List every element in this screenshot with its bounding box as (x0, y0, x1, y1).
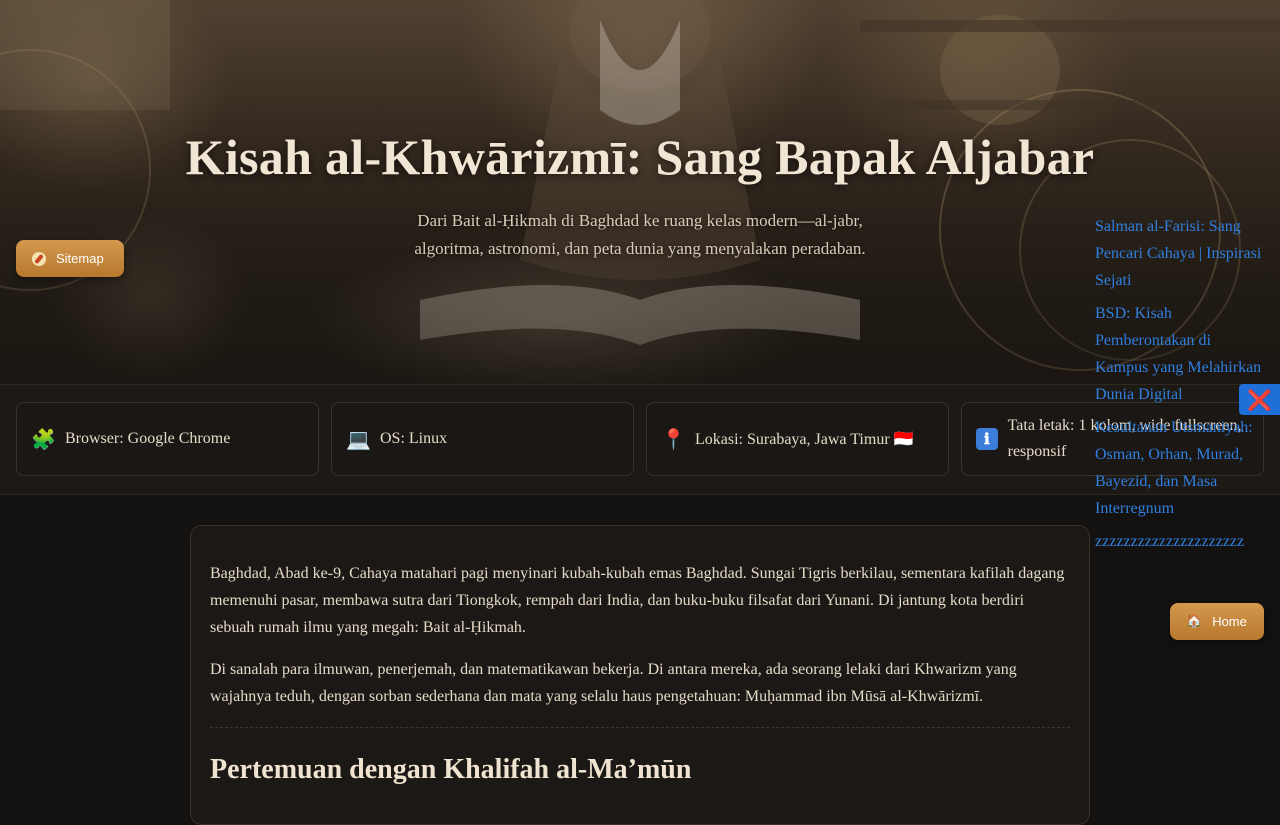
info-icon: ℹ (976, 428, 998, 450)
home-icon: 🏠 (1186, 614, 1203, 629)
info-card-location: 📍 Lokasi: Surabaya, Jawa Timur 🇮🇩 (646, 402, 949, 476)
info-card-os: 💻 OS: Linux (331, 402, 634, 476)
sitemap-button[interactable]: Sitemap (16, 240, 124, 277)
compass-icon (32, 251, 46, 266)
close-icon: ❌ (1247, 387, 1272, 412)
info-browser-text: Browser: Google Chrome (65, 430, 231, 447)
close-button[interactable]: ❌ (1239, 384, 1280, 415)
info-os-text: OS: Linux (380, 430, 448, 447)
section-divider (210, 727, 1070, 728)
info-card-browser: 🧩 Browser: Google Chrome (16, 402, 319, 476)
related-link[interactable]: Kesultanan Utsmaniyah: Osman, Orhan, Mur… (1095, 414, 1265, 522)
location-pin-icon: 📍 (661, 427, 686, 451)
sitemap-button-label: Sitemap (56, 251, 104, 266)
article-paragraph: Baghdad, Abad ke-9, Cahaya matahari pagi… (210, 565, 1065, 636)
related-link[interactable]: zzzzzzzzzzzzzzzzzzzzz (1095, 528, 1265, 555)
article-paragraph: Di sanalah para ilmuwan, penerjemah, dan… (210, 661, 1017, 705)
related-link[interactable]: Salman al-Farisi: Sang Pencari Cahaya | … (1095, 213, 1265, 294)
section-heading: Pertemuan dengan Khalifah al-Ma’mūn (210, 754, 692, 785)
hero-banner: Kisah al-Khwārizmī: Sang Bapak Aljabar D… (0, 0, 1280, 384)
home-button[interactable]: 🏠 Home (1170, 603, 1264, 640)
page-title: Kisah al-Khwārizmī: Sang Bapak Aljabar (185, 129, 1095, 185)
environment-info-bar: 🧩 Browser: Google Chrome 💻 OS: Linux 📍 L… (0, 384, 1280, 495)
page-subtitle: Dari Bait al-Ḥikmah di Baghdad ke ruang … (414, 211, 866, 258)
puzzle-piece-icon: 🧩 (31, 427, 56, 451)
hero-overlay (0, 0, 1280, 384)
info-location-text: Lokasi: Surabaya, Jawa Timur 🇮🇩 (695, 431, 914, 448)
article-card: Baghdad, Abad ke-9, Cahaya matahari pagi… (190, 525, 1090, 825)
home-button-label: Home (1212, 614, 1247, 629)
laptop-icon: 💻 (346, 427, 371, 451)
